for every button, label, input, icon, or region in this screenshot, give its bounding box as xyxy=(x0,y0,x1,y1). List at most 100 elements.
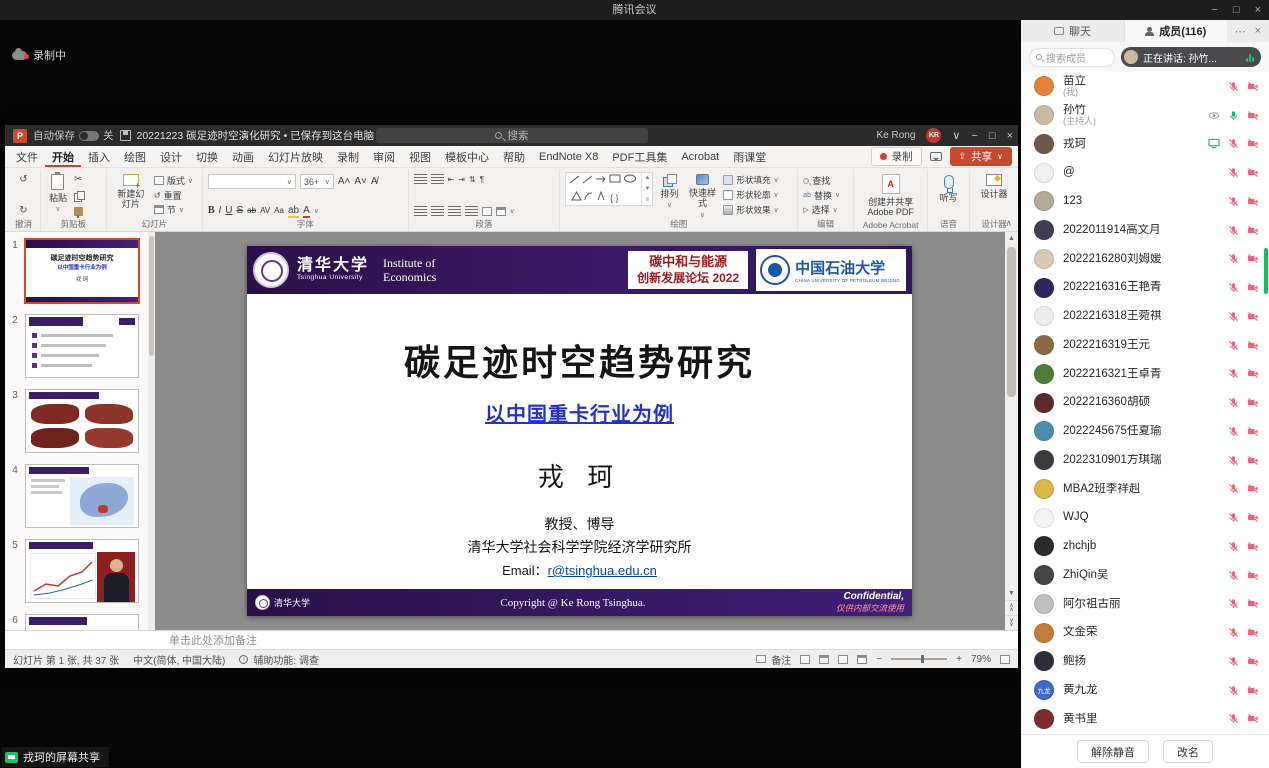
smartart-icon[interactable] xyxy=(496,207,506,216)
mic-off-icon[interactable] xyxy=(1228,138,1239,149)
zoom-level[interactable]: 79% xyxy=(971,654,991,665)
change-case-icon[interactable]: Aa xyxy=(274,206,284,215)
slide[interactable]: 清华大学 Tsinghua University Institute of Ec… xyxy=(247,246,912,616)
justify-icon[interactable] xyxy=(465,206,478,216)
camera-off-icon[interactable] xyxy=(1247,340,1259,351)
ribbon-tab-审阅[interactable]: 审阅 xyxy=(366,146,402,167)
dictate-button[interactable]: 听写 xyxy=(933,172,964,205)
cut-icon[interactable]: ✂ xyxy=(74,174,83,185)
member-row[interactable]: 2022216316王艳青 xyxy=(1021,273,1269,302)
shape-fill-button[interactable]: 形状填充∨ xyxy=(723,174,778,186)
quick-styles-button[interactable]: 快速样式 ∨ xyxy=(685,172,719,222)
member-row[interactable]: 2022216360胡硕 xyxy=(1021,388,1269,417)
bullets-icon[interactable] xyxy=(414,174,427,184)
ribbon-tab-帮助[interactable]: 帮助 xyxy=(496,146,532,167)
designer-button[interactable]: 设计器 xyxy=(975,172,1013,201)
mic-off-icon[interactable] xyxy=(1228,253,1239,264)
mic-off-icon[interactable] xyxy=(1228,167,1239,178)
mic-off-icon[interactable] xyxy=(1228,541,1239,552)
camera-off-icon[interactable] xyxy=(1247,426,1259,437)
font-size-select[interactable]: 36+∨ xyxy=(300,174,334,189)
ribbon-tab-开始[interactable]: 开始 xyxy=(45,146,81,167)
camera-off-icon[interactable] xyxy=(1247,196,1259,207)
align-left-icon[interactable] xyxy=(414,206,427,216)
format-painter-icon[interactable] xyxy=(74,207,83,216)
ribbon-tab-插入[interactable]: 插入 xyxy=(81,146,117,167)
strikethrough-button[interactable]: S xyxy=(237,205,244,216)
camera-off-icon[interactable] xyxy=(1247,598,1259,609)
camera-off-icon[interactable] xyxy=(1247,512,1259,523)
line-spacing-icon[interactable]: ⇅ xyxy=(469,175,476,184)
camera-off-icon[interactable] xyxy=(1247,397,1259,408)
email-link[interactable]: r@tsinghua.edu.cn xyxy=(548,563,657,578)
ribbon-tab-文件[interactable]: 文件 xyxy=(9,146,45,167)
camera-off-icon[interactable] xyxy=(1247,311,1259,322)
account-name[interactable]: Ke Rong xyxy=(876,130,915,141)
ppt-close-icon[interactable]: × xyxy=(1007,130,1013,142)
mic-off-icon[interactable] xyxy=(1228,426,1239,437)
mic-off-icon[interactable] xyxy=(1228,311,1239,322)
shape-outline-button[interactable]: 形状轮廓∨ xyxy=(723,189,778,201)
ribbon-tab-Acrobat[interactable]: Acrobat xyxy=(674,146,726,167)
mic-on-icon[interactable] xyxy=(1228,110,1239,121)
decrease-font-icon[interactable]: A˅ xyxy=(354,176,367,187)
mic-off-icon[interactable] xyxy=(1228,282,1239,293)
camera-off-icon[interactable] xyxy=(1247,713,1259,724)
member-row[interactable]: WJQ xyxy=(1021,503,1269,532)
camera-off-icon[interactable] xyxy=(1247,282,1259,293)
member-row[interactable]: 2022216280刘姆媛 xyxy=(1021,245,1269,274)
mic-off-icon[interactable] xyxy=(1228,225,1239,236)
member-row[interactable]: MBA2班李祥赳 xyxy=(1021,475,1269,504)
collapse-ribbon-icon[interactable]: ∧ xyxy=(1005,218,1012,229)
section-button[interactable]: 节∨ xyxy=(154,203,193,216)
bold-button[interactable]: B xyxy=(208,205,215,216)
ppt-restore-icon[interactable]: □ xyxy=(989,130,996,142)
undo-icon[interactable]: ↺ xyxy=(19,174,27,185)
align-center-icon[interactable] xyxy=(431,206,444,216)
mic-off-icon[interactable] xyxy=(1228,368,1239,379)
new-slide-button[interactable]: 新建幻灯片 xyxy=(112,172,150,212)
member-row[interactable]: 123 xyxy=(1021,187,1269,216)
toggle-off-icon[interactable] xyxy=(79,131,99,141)
find-button[interactable]: 查找 xyxy=(803,174,840,187)
camera-off-icon[interactable] xyxy=(1247,541,1259,552)
ribbon-tab-设计[interactable]: 设计 xyxy=(153,146,189,167)
record-button[interactable]: 录制 xyxy=(871,147,922,166)
member-row[interactable]: 文金荣 xyxy=(1021,618,1269,647)
member-row[interactable]: 2022310901方琪瑞 xyxy=(1021,446,1269,475)
ribbon-tab-模板中心[interactable]: 模板中心 xyxy=(438,146,496,167)
text-shadow-icon[interactable]: ab xyxy=(247,206,256,215)
mic-off-icon[interactable] xyxy=(1228,483,1239,494)
comments-icon[interactable] xyxy=(930,152,942,161)
member-row[interactable]: 2022216318王菀祺 xyxy=(1021,302,1269,331)
camera-off-icon[interactable] xyxy=(1247,81,1259,92)
scroll-down-icon[interactable]: ▼ xyxy=(1008,587,1015,600)
member-row[interactable]: 阿尔祖古丽 xyxy=(1021,590,1269,619)
decrease-indent-icon[interactable]: ⇤ xyxy=(448,175,455,184)
underline-button[interactable]: U xyxy=(225,205,232,216)
mic-off-icon[interactable] xyxy=(1228,512,1239,523)
ribbon-tab-雨课堂[interactable]: 雨课堂 xyxy=(726,146,773,167)
member-row[interactable]: 2022011914高文月 xyxy=(1021,216,1269,245)
font-color-icon[interactable]: A xyxy=(303,205,310,216)
ribbon-tab-视图[interactable]: 视图 xyxy=(402,146,438,167)
mic-off-icon[interactable] xyxy=(1228,340,1239,351)
previous-slide-button[interactable]: ∧∧ xyxy=(1005,600,1018,615)
align-right-icon[interactable] xyxy=(448,206,461,216)
camera-off-icon[interactable] xyxy=(1247,138,1259,149)
ppt-minimize-icon[interactable]: − xyxy=(971,130,977,142)
member-row[interactable]: 2022245675任夏瑜 xyxy=(1021,417,1269,446)
ribbon-tab-EndNote X8[interactable]: EndNote X8 xyxy=(532,146,605,167)
scrollbar-thumb[interactable] xyxy=(1007,247,1016,397)
share-button[interactable]: ⇧ 共享 ∨ xyxy=(950,147,1012,166)
zoom-in-icon[interactable]: + xyxy=(956,654,962,665)
mic-off-icon[interactable] xyxy=(1228,570,1239,581)
create-pdf-button[interactable]: A 创建并共享 Adobe PDF xyxy=(859,172,922,220)
camera-off-icon[interactable] xyxy=(1247,656,1259,667)
member-row[interactable]: 黄书里 xyxy=(1021,705,1269,734)
camera-off-icon[interactable] xyxy=(1247,685,1259,696)
slide-thumbnail-5[interactable] xyxy=(25,539,139,603)
speaking-indicator[interactable]: 正在讲话: 孙竹... xyxy=(1121,47,1261,67)
panel-close-icon[interactable]: × xyxy=(1255,25,1261,37)
autosave-toggle[interactable]: 自动保存 关 xyxy=(33,128,114,143)
